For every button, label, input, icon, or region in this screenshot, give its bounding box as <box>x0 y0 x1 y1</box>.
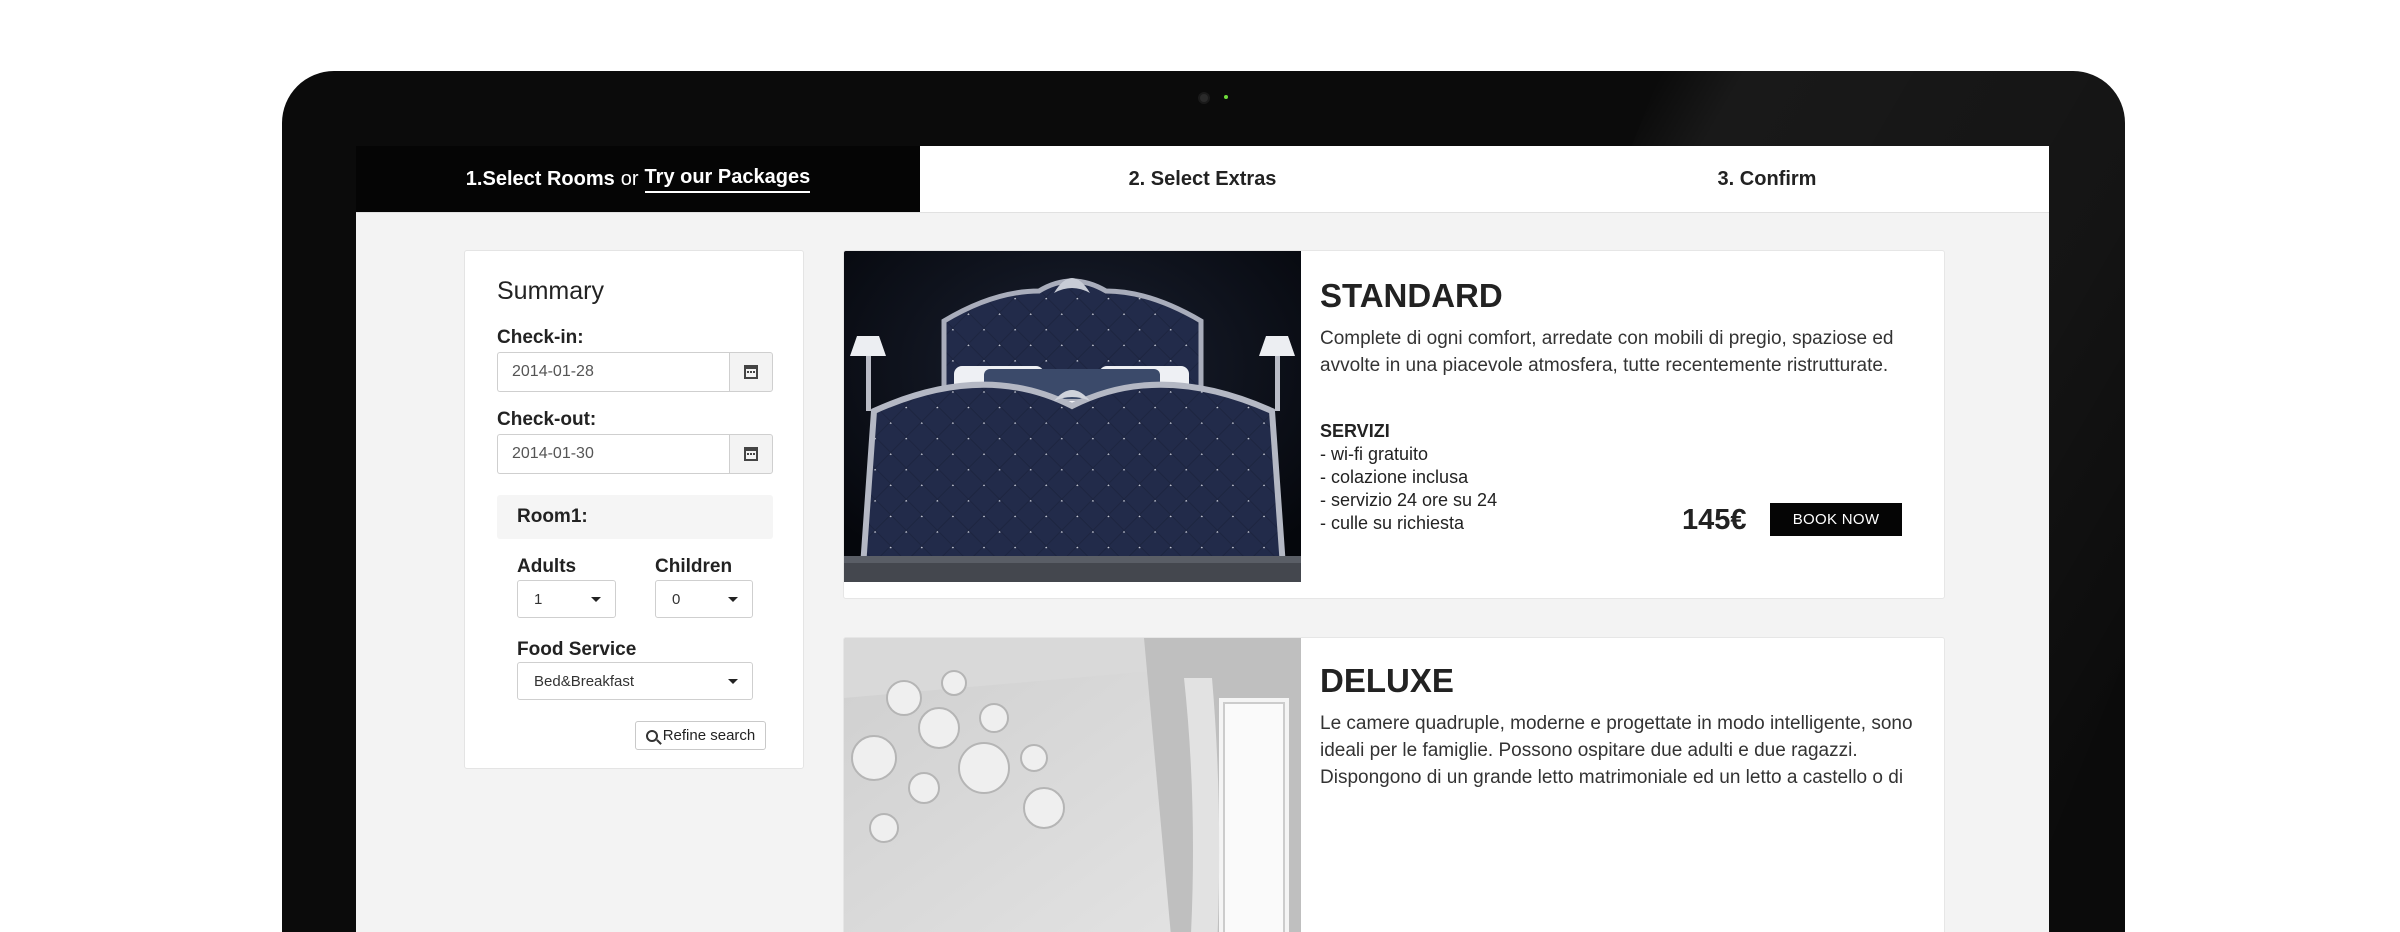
step-confirm[interactable]: 3. Confirm <box>1485 146 2049 212</box>
step2-label: 2. Select Extras <box>1128 167 1277 190</box>
food-service-select[interactable]: Bed&Breakfast <box>517 662 753 700</box>
step1-label: 1.Select Rooms <box>465 167 615 190</box>
deluxe-room-image <box>844 638 1301 932</box>
checkout-label: Check-out: <box>497 409 597 430</box>
service-item: - culle su richiesta <box>1320 513 1465 533</box>
checkout-input[interactable]: 2014-01-30 <box>497 434 729 474</box>
room-description: Le camere quadruple, moderne e progettat… <box>1320 713 1913 788</box>
chevron-down-icon <box>728 679 738 684</box>
webcam-led <box>1224 95 1228 99</box>
room-description: Complete di ogni comfort, arredate con m… <box>1320 328 1894 376</box>
step-select-rooms[interactable]: 1.Select Rooms or Try our Packages <box>356 146 920 212</box>
checkin-field: 2014-01-28 <box>497 352 773 392</box>
standard-room-image <box>844 251 1301 582</box>
step1-or: or <box>620 167 639 190</box>
refine-search-button[interactable]: Refine search <box>635 721 766 750</box>
booking-steps: 1.Select Rooms or Try our Packages 2. Se… <box>356 146 2049 213</box>
checkout-calendar-button[interactable] <box>729 434 773 474</box>
room-title: DELUXE <box>1320 662 1454 699</box>
screen: 1.Select Rooms or Try our Packages 2. Se… <box>356 146 2049 932</box>
try-packages-link[interactable]: Try our Packages <box>644 166 811 193</box>
webcam-icon <box>1198 92 1210 104</box>
summary-panel: Summary Check-in: 2014-01-28 Check-out: … <box>464 250 804 769</box>
services-heading: SERVIZI <box>1320 421 1390 441</box>
chevron-down-icon <box>728 597 738 602</box>
checkin-label: Check-in: <box>497 327 584 348</box>
step-select-extras[interactable]: 2. Select Extras <box>920 146 1485 212</box>
refine-search-label: Refine search <box>662 727 756 744</box>
adults-label: Adults <box>517 556 577 577</box>
room-title: STANDARD <box>1320 277 1503 314</box>
calendar-icon <box>744 365 758 379</box>
summary-title: Summary <box>497 277 604 305</box>
children-label: Children <box>655 556 733 577</box>
room-price: 145€ <box>1682 504 1747 536</box>
food-service-label: Food Service <box>517 639 637 660</box>
step3-label: 3. Confirm <box>1717 167 1817 190</box>
search-icon <box>645 729 658 742</box>
room-header: Room1: <box>497 495 773 539</box>
adults-value: 1 <box>534 590 543 608</box>
book-now-button[interactable]: BOOK NOW <box>1770 503 1902 536</box>
children-select[interactable]: 0 <box>655 580 753 618</box>
room-card-deluxe: DELUXE Le camere quadruple, moderne e pr… <box>843 637 1945 932</box>
service-item: - servizio 24 ore su 24 <box>1320 490 1498 510</box>
children-value: 0 <box>672 590 681 608</box>
calendar-icon <box>744 447 758 461</box>
service-item: - colazione inclusa <box>1320 467 1469 487</box>
food-service-value: Bed&Breakfast <box>534 672 635 690</box>
checkin-input[interactable]: 2014-01-28 <box>497 352 729 392</box>
adults-select[interactable]: 1 <box>517 580 616 618</box>
checkout-field: 2014-01-30 <box>497 434 773 474</box>
chevron-down-icon <box>591 597 601 602</box>
checkin-calendar-button[interactable] <box>729 352 773 392</box>
monitor-frame: 1.Select Rooms or Try our Packages 2. Se… <box>282 71 2125 932</box>
room-card-standard: STANDARD Complete di ogni comfort, arred… <box>843 250 1945 599</box>
service-item: - wi-fi gratuito <box>1320 444 1429 464</box>
